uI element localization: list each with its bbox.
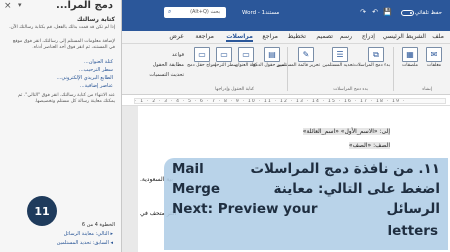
- ruler: · 1 · 2 · 3 · 4 · 5 · 6 · 7 · 8 · 9 · 10…: [122, 96, 450, 106]
- insert-merge-field-label: إدراج حقل دمج: [187, 63, 216, 68]
- caption-line-1: ١١. من نافذة دمج المراسلات: [250, 161, 440, 177]
- update-labels-button[interactable]: تحديث التسميات: [149, 72, 184, 78]
- caption-line-3: الرسائل: [386, 201, 440, 217]
- labels-label: ملصقات: [401, 63, 418, 68]
- redo-icon[interactable]: ↷: [360, 8, 366, 16]
- ribbon-mailings: ✉ مغلفات ▦ ملصقات ⧉ بدء دمج المراسلات ☰ …: [122, 44, 450, 95]
- insert-field-icon: ▭: [194, 47, 210, 62]
- insert-merge-field-button[interactable]: ▭ إدراج حقل دمج: [187, 47, 216, 69]
- edit-recipient-list-button[interactable]: ✎ تحرير قائمة المستلمين: [276, 47, 320, 69]
- step-indicator: الخطوة 4 من 6: [81, 222, 115, 228]
- recipients-icon: ☰: [332, 47, 348, 62]
- document-title: مستند1 - Word: [242, 10, 280, 16]
- highlight-merge-fields-label: تمييز حقول الدمج: [252, 63, 286, 68]
- pane-header: دمج المرا... ▾ ×: [0, 0, 121, 15]
- tab-design[interactable]: تصميم: [316, 33, 333, 40]
- pane-instructions-1: إذا لم تكن قد قمت بذلك بالفعل، قم بكتابة…: [9, 25, 115, 30]
- greeting-line-link[interactable]: سطر الترحيب...: [79, 67, 113, 73]
- search-icon: ⌕: [168, 8, 172, 15]
- autosave-toggle[interactable]: [401, 10, 414, 16]
- pane-instructions-2: لإضافة معلومات المستلم إلى رسالتك، انقر …: [12, 39, 115, 50]
- greeting-icon: ▭: [216, 47, 232, 62]
- more-items-link[interactable]: عناصر إضافية...: [80, 83, 113, 89]
- ruler-scale: · 1 · 2 · 3 · 4 · 5 · 6 · 7 · 8 · 9 · 10…: [134, 98, 446, 104]
- save-icon[interactable]: 💾: [383, 8, 392, 16]
- chevron-down-icon[interactable]: ▾: [18, 1, 22, 9]
- prev-link-label: السابق: تحديد المستلمين: [56, 240, 109, 246]
- electronic-postage-link[interactable]: الطابع البريدي الإلكتروني...: [57, 75, 113, 81]
- tab-file[interactable]: ملف: [432, 33, 444, 40]
- next-preview-letters-link[interactable]: ▸ التالي: معاينة الرسائل: [64, 231, 113, 237]
- ruler-ticks: · 1 · 2 · 3 · 4 · 5 · 6 · 7 · 8 · 9 · 10…: [135, 99, 406, 104]
- ribbon-tabs: ملف الشريط الرئيسي إدراج رسم تصميم تخطيط…: [122, 31, 450, 44]
- caption-term-letters: letters: [387, 223, 438, 239]
- edit-list-icon: ✎: [298, 47, 314, 62]
- start-mail-merge-label: بدء دمج المراسلات: [353, 63, 390, 68]
- next-link-label: التالي: معاينة الرسائل: [63, 231, 109, 237]
- caption-term-merge: Merge: [172, 181, 221, 197]
- envelopes-label: مغلفات: [426, 63, 442, 68]
- tab-home[interactable]: الشريط الرئيسي: [383, 33, 426, 40]
- pane-title: دمج المرا...: [56, 0, 113, 11]
- tab-references[interactable]: مراجع: [262, 33, 278, 40]
- search-placeholder: بحث (Alt+Q): [190, 9, 220, 15]
- rules-button[interactable]: قواعد: [172, 52, 184, 58]
- tab-layout[interactable]: تخطيط: [287, 33, 306, 40]
- caption-line-2: اضغط على التالي: معاينة: [273, 181, 440, 197]
- group-separator: [287, 47, 288, 91]
- undo-icon[interactable]: ↶: [372, 8, 378, 16]
- autosave-label: حفظ تلقائي: [414, 10, 442, 16]
- mail-merge-pane: دمج المرا... ▾ × كتابة رسالتك إذا لم تكن…: [0, 0, 122, 252]
- tab-insert[interactable]: إدراج: [362, 33, 375, 40]
- tab-mailings[interactable]: مراسلات: [226, 33, 253, 42]
- group-create-label: إنشاء: [422, 87, 432, 92]
- highlight-merge-fields-button[interactable]: ▤ تمييز حقول الدمج: [252, 47, 286, 69]
- previous-select-recipients-link[interactable]: ◂ السابق: تحديد المستلمين: [57, 240, 113, 246]
- tab-draw[interactable]: رسم: [340, 33, 352, 40]
- pane-instructions-3: عند الانتهاء من كتابة رسالتك، انقر فوق "…: [18, 93, 115, 104]
- search-input[interactable]: بحث (Alt+Q) ⌕: [164, 7, 226, 18]
- caption-term-mail: Mail: [172, 161, 204, 177]
- envelopes-button[interactable]: ✉ مغلفات: [420, 47, 448, 69]
- tab-view[interactable]: عرض: [169, 33, 184, 40]
- class-merge-field: الصف: «الصف»: [348, 142, 390, 149]
- labels-icon: ▦: [402, 47, 418, 62]
- select-recipients-label: تحديد المستلمين: [322, 63, 354, 68]
- address-block-icon: ▭: [238, 47, 254, 62]
- group-write-insert-label: كتابة الحقول وإدراجها: [215, 87, 254, 92]
- class-line: الصف: «الصف»: [348, 142, 390, 149]
- envelope-icon: ✉: [426, 47, 442, 62]
- recipient-merge-fields: إلى: «الاسم_الأول» «اسم_العائلة»: [302, 128, 390, 135]
- instruction-caption: ١١. من نافذة دمج المراسلات Mail اضغط على…: [164, 158, 448, 250]
- edit-recipient-list-label: تحرير قائمة المستلمين: [276, 63, 320, 68]
- title-bar: حفظ تلقائي 💾 ↶ ↷ مستند1 - Word بحث (Alt+…: [122, 0, 450, 31]
- tab-review[interactable]: مراجعة: [195, 33, 214, 40]
- close-icon[interactable]: ×: [4, 1, 12, 11]
- mail-merge-icon: ⧉: [368, 47, 384, 62]
- start-mail-merge-button[interactable]: ⧉ بدء دمج المراسلات: [353, 47, 390, 69]
- address-block-link[interactable]: كتلة العنوان...: [84, 59, 113, 65]
- group-start-merge-label: بدء دمج المراسلات: [333, 87, 368, 92]
- match-fields-button[interactable]: مطابقة الحقول: [153, 62, 184, 68]
- labels-button[interactable]: ▦ ملصقات: [396, 47, 424, 69]
- step-number-badge: 11: [27, 196, 57, 226]
- section-title: كتابة رسالتك: [76, 16, 115, 23]
- caption-term-next-preview: Next: Preview your: [172, 201, 318, 217]
- select-recipients-button[interactable]: ☰ تحديد المستلمين: [322, 47, 354, 69]
- highlight-icon: ▤: [264, 47, 280, 62]
- recipient-line: إلى: «الاسم_الأول» «اسم_العائلة»: [302, 128, 390, 135]
- group-separator: [393, 47, 394, 91]
